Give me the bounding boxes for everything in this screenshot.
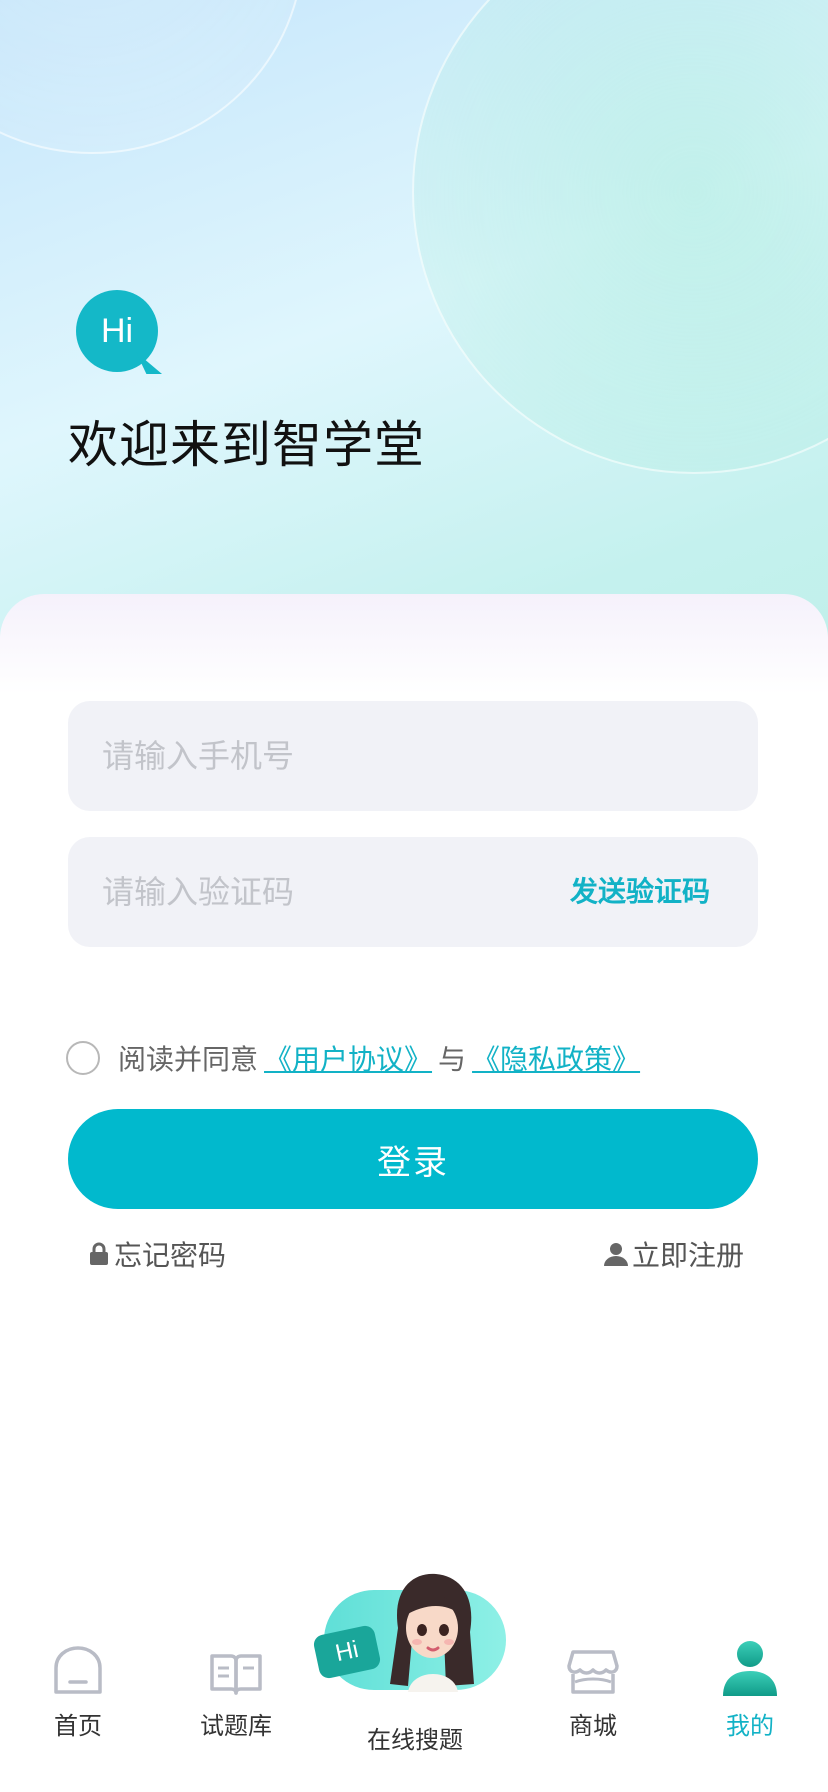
tab-store-label: 商城: [569, 1712, 617, 1740]
mascot-hi-text: Hi: [332, 1635, 361, 1668]
send-code-button[interactable]: 发送验证码: [570, 837, 710, 947]
person-icon: [604, 1243, 628, 1266]
home-icon: [54, 1646, 102, 1694]
login-button[interactable]: 登录: [68, 1109, 758, 1209]
phone-field-container[interactable]: [68, 701, 758, 811]
tab-online-search[interactable]: Hi: [312, 1573, 508, 1696]
hi-badge-text: Hi: [100, 311, 134, 350]
tab-store[interactable]: 商城: [523, 1640, 663, 1741]
forgot-password-label: 忘记密码: [114, 1239, 227, 1272]
phone-input[interactable]: [100, 736, 544, 776]
decorative-circle: [412, 0, 828, 474]
tab-question-bank[interactable]: 试题库: [166, 1640, 306, 1741]
login-button-label: 登录: [377, 1142, 449, 1183]
store-icon: [567, 1650, 619, 1694]
tab-question-bank-label: 试题库: [200, 1712, 272, 1740]
agreement-row: 阅读并同意 《用户协议》 与 《隐私政策》: [66, 1038, 646, 1078]
welcome-title: 欢迎来到智学堂: [68, 416, 425, 474]
tab-mine[interactable]: 我的: [680, 1640, 820, 1741]
user-agreement-link[interactable]: 《用户协议》: [264, 1038, 432, 1078]
tab-home[interactable]: 首页: [8, 1640, 148, 1741]
mascot-girl-icon: [390, 1573, 474, 1692]
bottom-tab-bar: 首页 试题库 Hi 在线搜题 商城 我的: [0, 1573, 828, 1792]
hi-bubble-icon: Hi: [76, 290, 158, 372]
tab-home-label: 首页: [54, 1712, 102, 1740]
verification-code-input[interactable]: [100, 872, 544, 912]
register-link[interactable]: 立即注册: [604, 1234, 744, 1274]
register-label: 立即注册: [632, 1239, 745, 1272]
code-field-container[interactable]: 发送验证码: [68, 837, 758, 947]
book-icon: [210, 1654, 262, 1695]
tab-online-search-label[interactable]: 在线搜题: [330, 1720, 500, 1755]
decorative-circle: [0, 0, 304, 154]
agreement-prefix: 阅读并同意: [118, 1043, 259, 1076]
lock-icon: [90, 1242, 108, 1265]
privacy-policy-link[interactable]: 《隐私政策》: [472, 1038, 640, 1078]
user-icon: [723, 1641, 777, 1696]
tab-mine-label: 我的: [726, 1712, 774, 1740]
agreement-conjunction: 与: [438, 1043, 467, 1076]
agreement-checkbox[interactable]: [66, 1041, 100, 1075]
forgot-password-link[interactable]: 忘记密码: [88, 1234, 226, 1274]
